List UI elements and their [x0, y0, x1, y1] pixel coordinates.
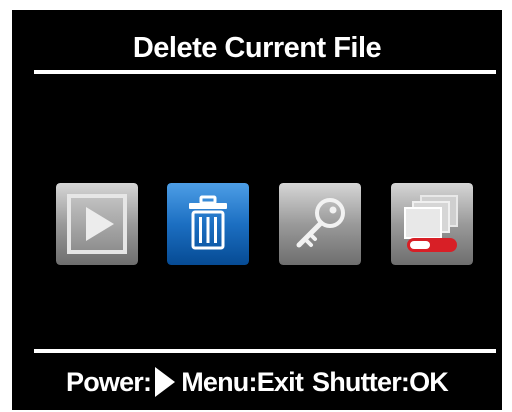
menu-action: Exit — [256, 366, 304, 397]
trash-icon — [167, 183, 249, 265]
protect-option[interactable] — [279, 183, 361, 265]
delete-option[interactable] — [167, 183, 249, 265]
camera-screen: Delete Current File Power: Menu: Exit Sh… — [12, 10, 502, 410]
play-option[interactable] — [56, 183, 138, 265]
screen-title: Delete Current File — [132, 32, 382, 64]
top-divider — [34, 70, 496, 74]
slideshow-icon — [391, 183, 473, 265]
key-icon — [279, 183, 361, 265]
menu-label: Menu: — [181, 366, 257, 397]
play-icon — [56, 183, 138, 265]
shutter-label: Shutter: — [312, 366, 410, 397]
power-label: Power: — [65, 366, 152, 397]
footer-hints: Power: Menu: Exit Shutter: OK — [12, 362, 502, 402]
bottom-divider — [34, 349, 496, 353]
right-arrow-icon — [155, 367, 176, 397]
slideshow-option[interactable] — [391, 183, 473, 265]
shutter-action: OK — [409, 366, 449, 397]
